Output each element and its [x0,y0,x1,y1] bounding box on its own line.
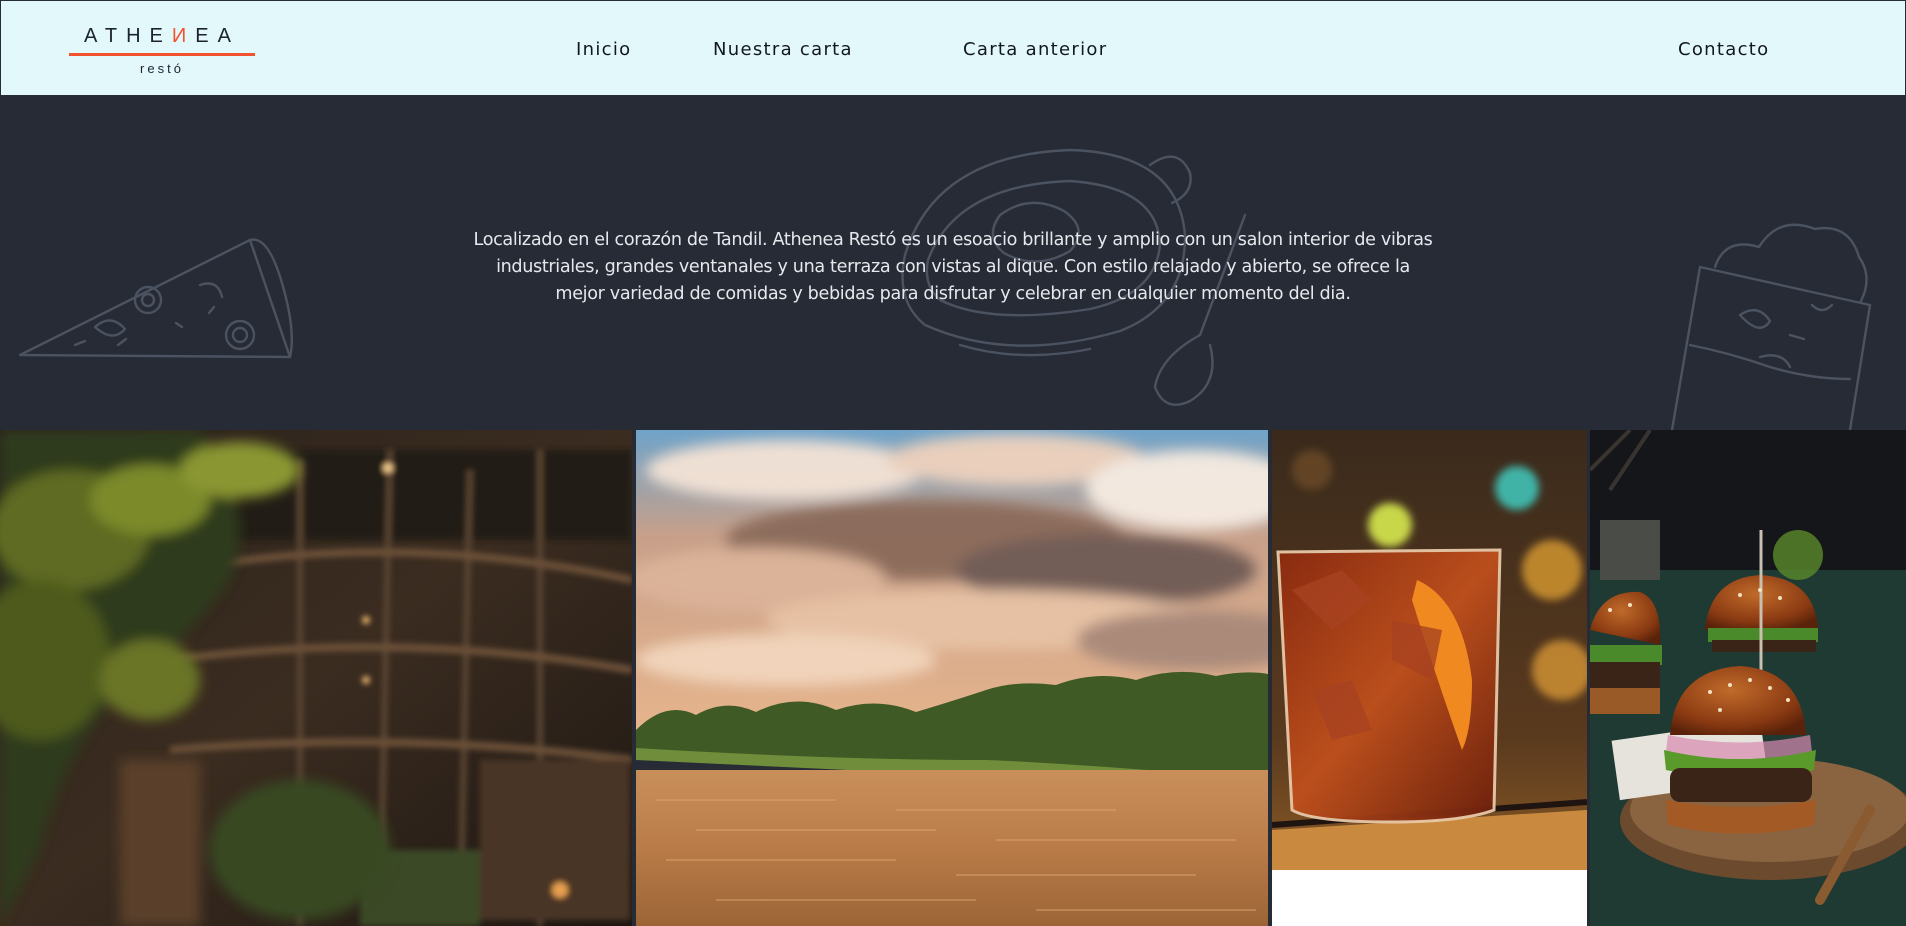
nav-link-nuestra-carta[interactable]: Nuestra carta [713,39,853,60]
lake-sunset-photo [636,430,1268,926]
hero-description: Localizado en el corazón de Tandil. Athe… [473,229,1433,304]
gallery-photo-cocktail[interactable] [1272,430,1587,926]
site-header: ATHEИEA restó Inicio Nuestra carta Carta… [0,0,1906,95]
gallery-photo-lake[interactable] [636,430,1268,926]
nav-link-carta-anterior[interactable]: Carta anterior [963,39,1107,60]
hero-section: Localizado en el corazón de Tandil. Athe… [0,95,1906,430]
gallery-photo-burgers[interactable] [1590,430,1906,926]
gallery-photo-interior[interactable] [0,430,632,926]
brand-logo[interactable]: ATHEИEA restó [69,25,255,79]
nav-link-inicio[interactable]: Inicio [576,39,631,60]
dessert-glass-sketch-icon [1670,223,1872,430]
logo-wordmark: ATHEИEA [84,25,240,47]
nav-link-contacto[interactable]: Contacto [1678,39,1769,60]
pizza-sketch-icon [18,238,293,359]
logo-subtitle: restó [140,61,184,76]
cocktail-glass-photo [1272,430,1587,926]
photo-gallery [0,430,1906,926]
logo-underline [69,53,255,56]
burgers-photo [1590,430,1906,926]
restaurant-interior-photo [0,430,632,926]
